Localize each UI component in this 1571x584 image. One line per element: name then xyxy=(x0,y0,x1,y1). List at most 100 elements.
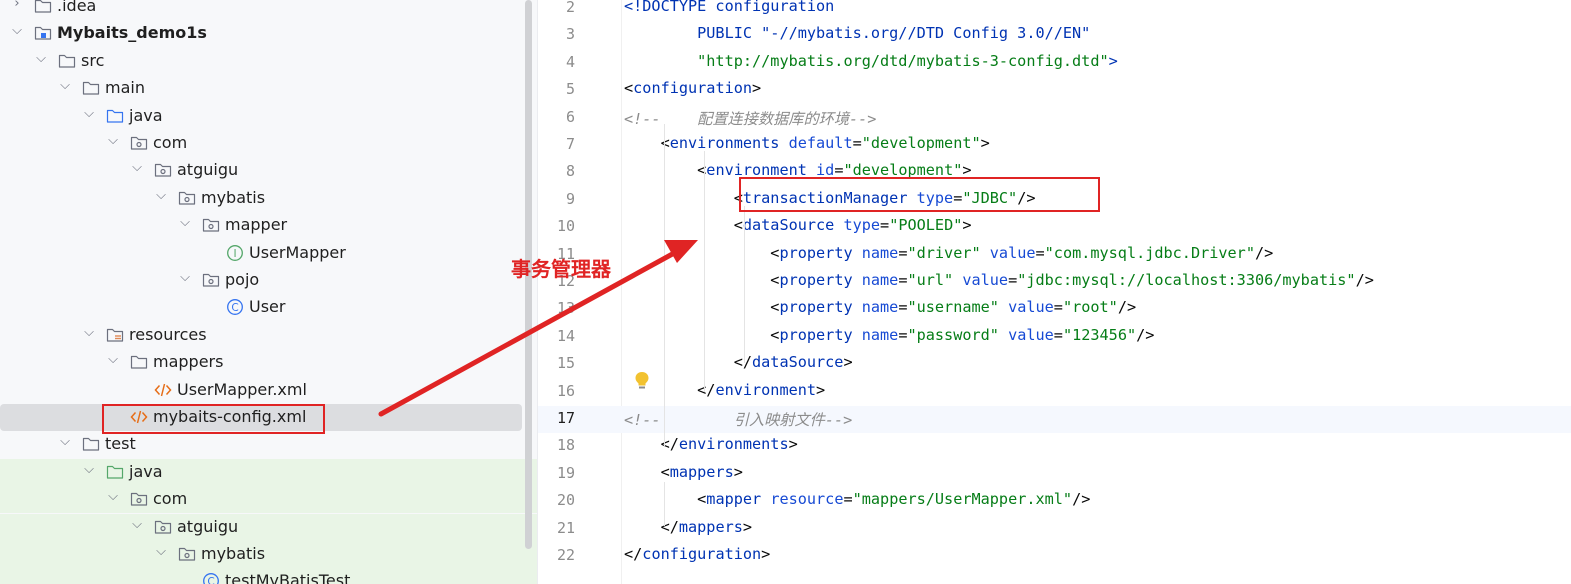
tree-row-com[interactable]: ⌵ com xyxy=(0,486,538,514)
code-line[interactable]: PUBLIC "-//mybatis.org//DTD Config 3.0//… xyxy=(624,24,1090,42)
tree-row-test[interactable]: ⌵ test xyxy=(0,431,522,458)
code-line[interactable]: <configuration> xyxy=(624,79,761,97)
package-icon xyxy=(178,189,196,207)
tree-row-src[interactable]: ⌵ src xyxy=(0,48,522,75)
code-line[interactable]: <!-- 引入映射文件--> xyxy=(624,408,852,430)
code-line[interactable]: </environments> xyxy=(624,435,798,453)
chevron-down-icon[interactable]: ⌵ xyxy=(34,51,48,71)
tree-item-label: mappers xyxy=(153,352,224,372)
code-token: value xyxy=(1008,325,1054,344)
code-line[interactable]: <mapper resource="mappers/UserMapper.xml… xyxy=(624,490,1090,508)
chevron-down-icon[interactable]: ⌵ xyxy=(106,352,120,372)
tree-row--idea[interactable]: › .idea xyxy=(0,0,522,20)
chevron-down-icon[interactable]: ⌵ xyxy=(10,23,24,43)
indent-guide xyxy=(664,124,665,446)
line-number: 20 xyxy=(556,491,575,510)
line-number: 19 xyxy=(556,463,575,482)
chevron-down-icon[interactable]: ⌵ xyxy=(178,215,192,235)
code-line[interactable]: "http://mybatis.org/dtd/mybatis-3-config… xyxy=(624,52,1118,70)
code-line[interactable]: <!DOCTYPE configuration xyxy=(624,0,834,15)
xml-file-icon xyxy=(154,381,172,399)
code-line[interactable]: <property name="url" value="jdbc:mysql:/… xyxy=(624,271,1374,289)
code-line[interactable]: </mappers> xyxy=(624,518,752,536)
code-token: > xyxy=(752,79,762,98)
package-icon xyxy=(202,216,220,234)
chevron-down-icon[interactable]: ⌵ xyxy=(58,434,72,454)
chevron-down-icon[interactable]: ⌵ xyxy=(130,160,144,180)
code-line[interactable]: <dataSource type="POOLED"> xyxy=(624,216,972,234)
tree-row-pojo[interactable]: ⌵ pojo xyxy=(0,267,522,294)
svg-text:I: I xyxy=(233,248,236,260)
tree-row-java[interactable]: ⌵ java xyxy=(0,458,538,486)
code-token: < xyxy=(624,243,780,262)
tree-row-java[interactable]: ⌵ java xyxy=(0,103,522,130)
chevron-down-icon[interactable]: ⌵ xyxy=(154,188,168,208)
code-token: > xyxy=(843,353,853,372)
line-number: 7 xyxy=(565,135,575,153)
package-icon xyxy=(178,545,196,563)
code-token: = xyxy=(880,216,890,235)
code-line[interactable]: </environment> xyxy=(624,381,825,399)
tree-row-atguigu[interactable]: ⌵ atguigu xyxy=(0,157,522,184)
code-token: = xyxy=(1008,271,1018,289)
tree-row-mybaits-demo1s[interactable]: ⌵ Mybaits_demo1s xyxy=(0,20,522,47)
code-token: < xyxy=(624,325,780,344)
chevron-down-icon[interactable]: ⌵ xyxy=(106,489,120,509)
chevron-down-icon[interactable]: ⌵ xyxy=(130,517,144,537)
code-token: = xyxy=(843,490,853,509)
tree-row-mybatis[interactable]: ⌵ mybatis xyxy=(0,185,522,212)
tree-item-label: java xyxy=(129,105,163,125)
code-token: property xyxy=(779,243,862,262)
code-token: > xyxy=(816,380,826,399)
code-line[interactable]: <property name="username" value="root"/> xyxy=(624,298,1136,316)
code-token: = xyxy=(852,134,862,152)
folder-icon xyxy=(82,79,100,97)
code-editor[interactable]: 2 <!DOCTYPE configuration 3 PUBLIC "-//myb… xyxy=(538,0,1571,584)
code-token: name xyxy=(861,325,899,344)
svg-text:C: C xyxy=(207,576,214,584)
tree-row-com[interactable]: ⌵ com xyxy=(0,130,522,157)
tree-row-mybatis[interactable]: ⌵ mybatis xyxy=(0,541,538,568)
tree-row-usermapper[interactable]: I UserMapper xyxy=(0,240,522,267)
tree-row-resources[interactable]: ⌵ resources xyxy=(0,322,522,349)
line-number: 17 xyxy=(556,409,575,427)
code-line[interactable]: <environments default="development"> xyxy=(624,134,990,152)
chevron-down-icon[interactable]: ⌵ xyxy=(82,325,96,345)
chevron-down-icon[interactable]: ⌵ xyxy=(106,133,120,153)
code-token: < xyxy=(624,161,707,180)
line-number: 5 xyxy=(565,80,575,99)
tree-row-testmybatistest[interactable]: CtestMyBatisTest xyxy=(0,568,538,584)
tree-row-usermapper-xml[interactable]: UserMapper.xml xyxy=(0,377,522,404)
lightbulb-icon[interactable] xyxy=(634,371,650,391)
code-token: property xyxy=(779,271,862,289)
chevron-down-icon[interactable]: ⌵ xyxy=(58,78,72,98)
chevron-right-icon[interactable]: › xyxy=(10,0,24,16)
chevron-down-icon[interactable]: ⌵ xyxy=(154,544,168,564)
chevron-down-icon[interactable]: ⌵ xyxy=(82,462,96,482)
tree-item-label: pojo xyxy=(225,270,260,289)
code-token: "development" xyxy=(861,134,981,152)
code-token: > xyxy=(742,517,753,536)
tree-row-user[interactable]: C User xyxy=(0,294,522,321)
tree-row-main[interactable]: ⌵ main xyxy=(0,75,522,102)
code-line[interactable]: <!-- 配置连接数据库的环境--> xyxy=(624,107,876,129)
tree-row-atguigu[interactable]: ⌵ atguigu xyxy=(0,513,538,541)
code-line[interactable]: </dataSource> xyxy=(624,353,853,371)
code-token: <!DOCTYPE configuration xyxy=(624,0,835,15)
code-token: type xyxy=(843,216,881,235)
code-line[interactable]: <property name="driver" value="com.mysql… xyxy=(624,244,1273,262)
tree-row-mapper[interactable]: ⌵ mapper xyxy=(0,212,522,239)
resources-folder-icon xyxy=(106,326,124,344)
tree-item-label: src xyxy=(81,50,105,70)
tree-item-label: com xyxy=(153,133,188,152)
tree-item-label: UserMapper xyxy=(249,242,346,262)
code-token: value xyxy=(962,271,1009,289)
chevron-down-icon[interactable]: ⌵ xyxy=(178,270,192,290)
gutter-separator xyxy=(621,0,622,584)
tree-row-mappers[interactable]: ⌵ mappers xyxy=(0,349,522,376)
code-token: = xyxy=(1035,243,1045,262)
class-icon: C xyxy=(202,572,220,584)
chevron-down-icon[interactable]: ⌵ xyxy=(82,106,96,126)
code-line[interactable]: </configuration> xyxy=(624,545,770,563)
code-line[interactable]: <mappers> xyxy=(624,463,743,481)
